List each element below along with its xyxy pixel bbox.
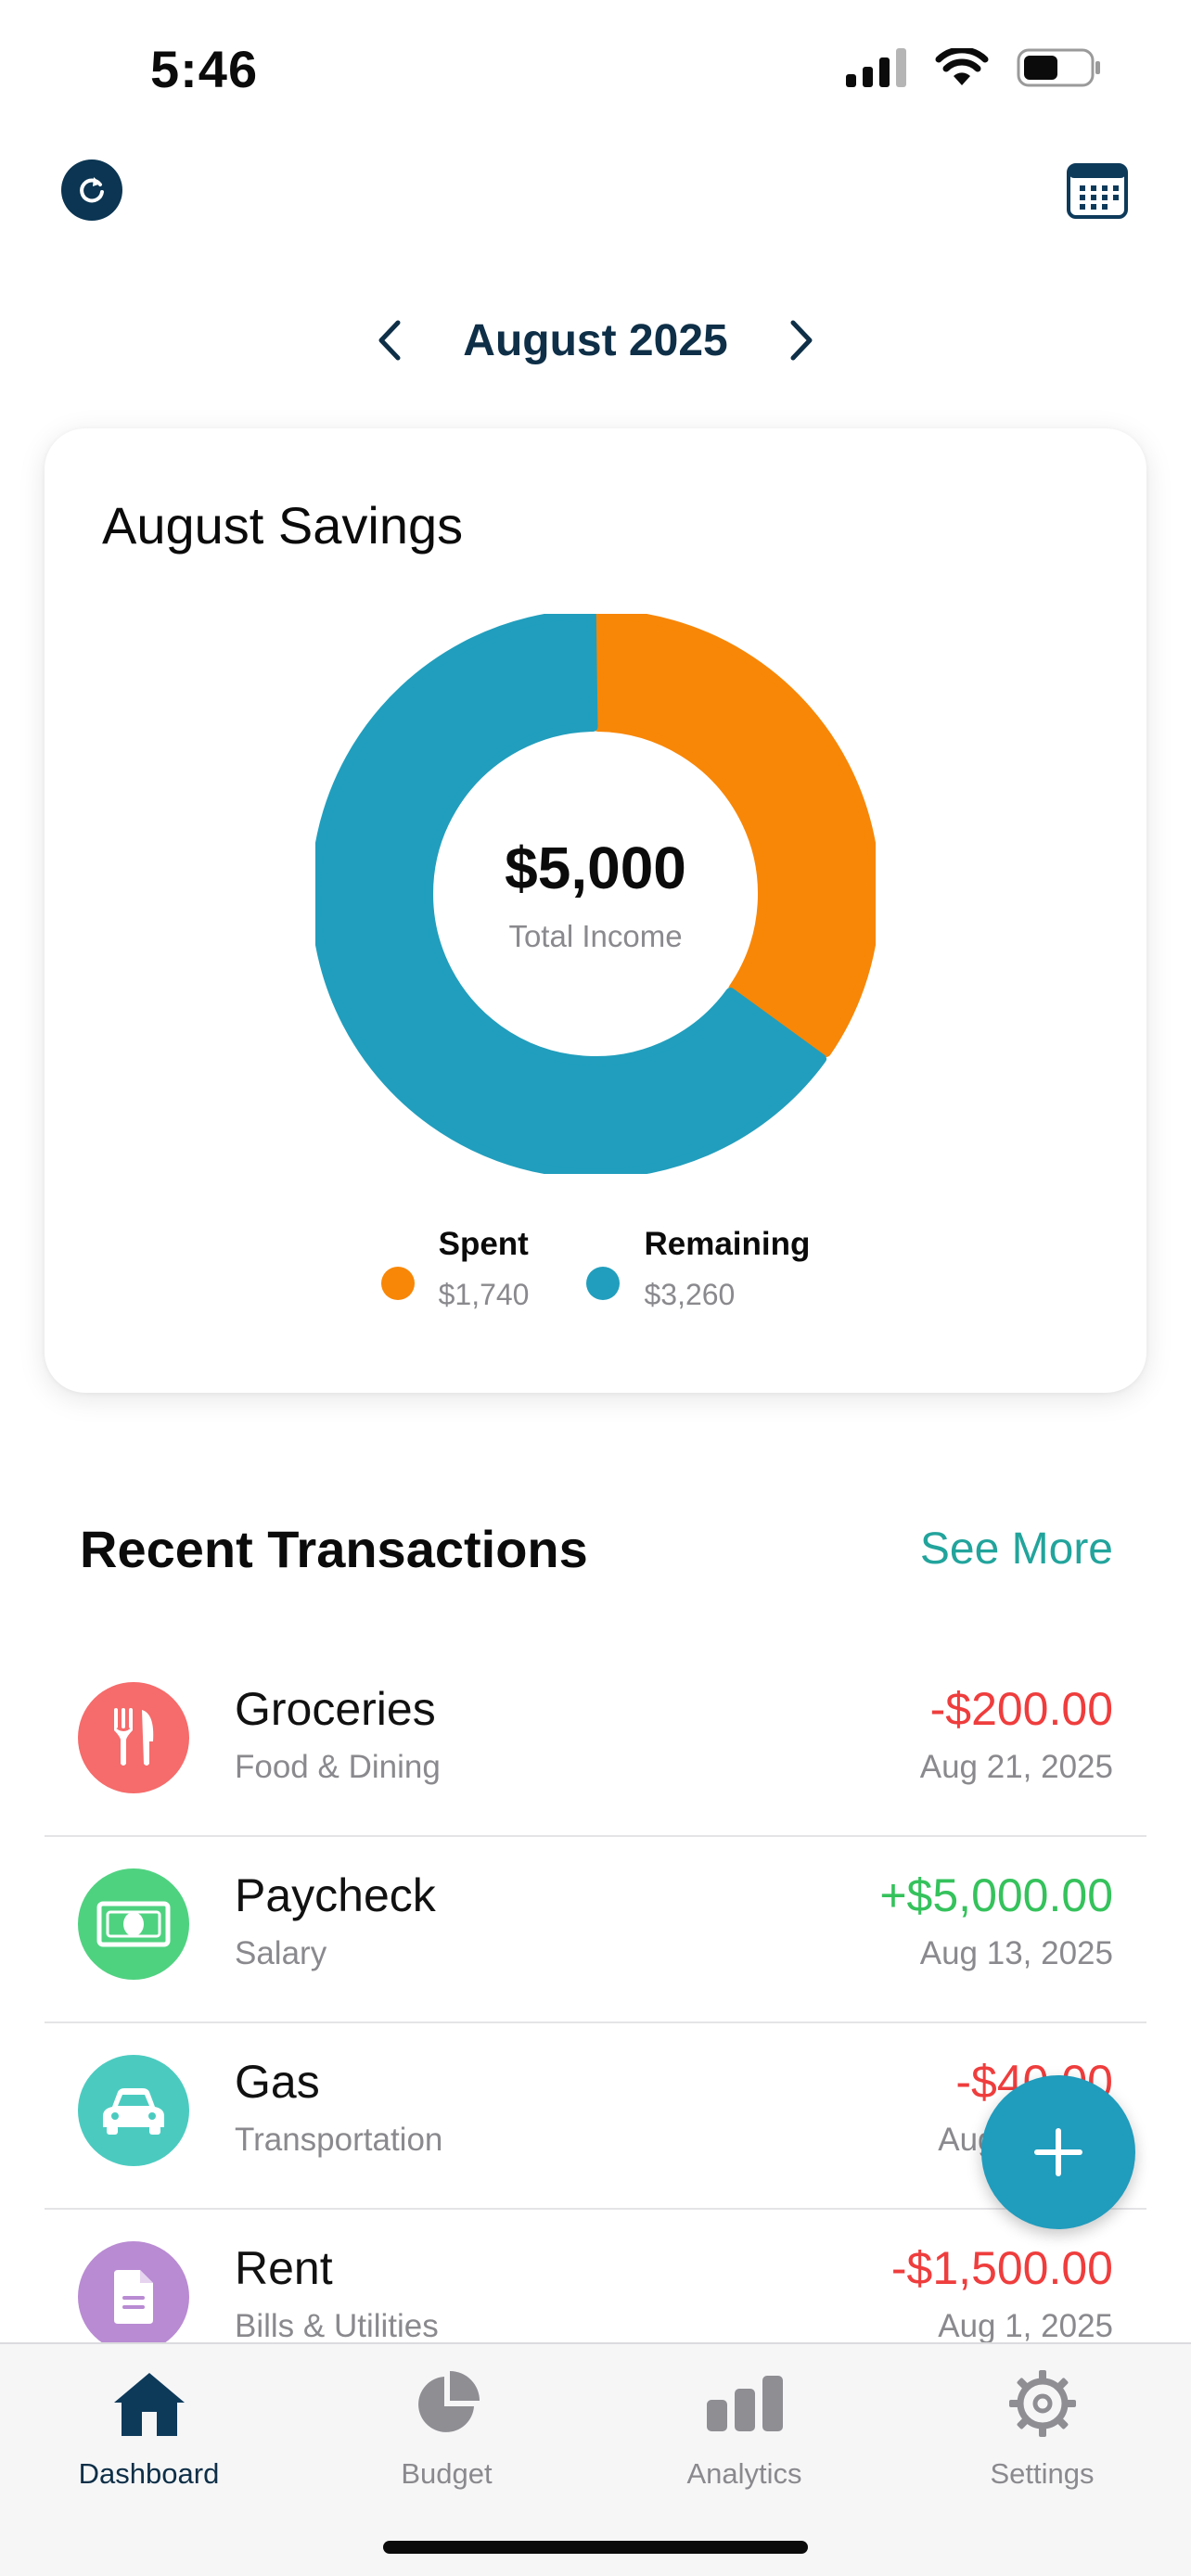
transaction-category: Salary: [235, 1935, 327, 1971]
transaction-name: Groceries: [235, 1683, 436, 1735]
transaction-amount: -$200.00: [929, 1683, 1113, 1735]
transaction-category: Transportation: [235, 2122, 443, 2158]
fork-knife-icon: [114, 1708, 154, 1766]
see-more-link[interactable]: See More: [920, 1524, 1113, 1575]
transaction-date: Aug 1, 2025: [938, 2308, 1113, 2344]
document-icon: [114, 2270, 153, 2324]
tab-icon-wrap: [108, 2366, 191, 2441]
chevron-left-icon: [378, 320, 401, 361]
calendar-icon: [1067, 163, 1128, 219]
plus-icon: [1034, 2128, 1082, 2176]
legend-item-spent: Spent $1,740: [380, 1226, 530, 1312]
donut-center: $5,000 Total Income: [315, 614, 876, 1174]
total-income-caption: Total Income: [508, 919, 683, 953]
next-month-button[interactable]: [784, 317, 821, 363]
battery-icon: [1017, 48, 1100, 87]
month-selector: August 2025: [0, 306, 1191, 375]
add-transaction-button[interactable]: [981, 2075, 1135, 2229]
status-icons: [846, 48, 1102, 87]
banknote-icon: [96, 1901, 171, 1947]
status-bar: 5:46: [0, 0, 1191, 139]
transaction-date: Aug 21, 2025: [919, 1749, 1113, 1785]
month-label: August 2025: [463, 315, 728, 365]
transaction-category: Food & Dining: [235, 1749, 441, 1785]
transaction-name: Gas: [235, 2056, 320, 2108]
legend-dot-spent: [380, 1267, 415, 1300]
legend-value: $1,740: [438, 1278, 530, 1311]
chevron-right-icon: [790, 320, 813, 361]
gear-icon: [1008, 2370, 1076, 2437]
transaction-row-gas[interactable]: Gas Transportation -$40.00 Aug 5, 2025: [45, 2023, 1146, 2210]
total-income-value: $5,000: [505, 835, 686, 901]
wifi-icon: [935, 48, 989, 85]
refresh-button[interactable]: [61, 159, 122, 221]
transaction-row-paycheck[interactable]: Paycheck Salary +$5,000.00 Aug 13, 2025: [45, 1837, 1146, 2023]
transaction-name: Paycheck: [235, 1869, 436, 1921]
calendar-button[interactable]: [1067, 161, 1128, 219]
donut-chart: $5,000 Total Income: [311, 609, 880, 1179]
transaction-date: Aug 13, 2025: [919, 1935, 1113, 1971]
tab-label: Analytics: [686, 2457, 802, 2490]
transaction-row-groceries[interactable]: Groceries Food & Dining -$200.00 Aug 21,…: [45, 1651, 1146, 1837]
home-icon: [113, 2373, 185, 2436]
transaction-category: Bills & Utilities: [235, 2308, 439, 2344]
refresh-icon: [80, 177, 104, 203]
transaction-list: Groceries Food & Dining -$200.00 Aug 21,…: [45, 1651, 1146, 2396]
legend-dot-remaining: [586, 1267, 621, 1300]
signal-icon: [846, 48, 906, 87]
transaction-name: Rent: [235, 2242, 333, 2294]
tab-label: Settings: [990, 2457, 1095, 2490]
home-indicator: [383, 2541, 808, 2554]
chart-legend: Spent $1,740 Remaining $3,260: [45, 1226, 1146, 1312]
pie-chart-icon: [417, 2371, 480, 2432]
transaction-icon-badge: [78, 1868, 189, 1980]
transaction-icon-badge: [78, 2241, 189, 2353]
tab-icon-wrap: [703, 2366, 787, 2441]
tab-icon-wrap: [1001, 2366, 1084, 2441]
transaction-icon-badge: [78, 2055, 189, 2166]
legend-value: $3,260: [644, 1278, 736, 1311]
tab-settings[interactable]: Settings: [893, 2344, 1191, 2576]
section-title: Recent Transactions: [80, 1520, 588, 1578]
transaction-amount: +$5,000.00: [879, 1869, 1113, 1921]
transaction-icon-badge: [78, 1682, 189, 1793]
recent-transactions-header: Recent Transactions See More: [80, 1519, 1113, 1579]
tab-label: Budget: [401, 2457, 493, 2490]
tab-icon-wrap: [405, 2366, 489, 2441]
savings-card: August Savings $5,000 Total Income Spent…: [45, 428, 1146, 1393]
tab-dashboard[interactable]: Dashboard: [0, 2344, 298, 2576]
car-icon: [103, 2088, 164, 2135]
previous-month-button[interactable]: [370, 317, 407, 363]
tab-label: Dashboard: [78, 2457, 220, 2490]
transaction-amount: -$1,500.00: [890, 2242, 1113, 2294]
legend-item-remaining: Remaining $3,260: [586, 1226, 810, 1312]
bar-chart-icon: [706, 2376, 783, 2431]
status-time: 5:46: [150, 40, 259, 98]
card-title: August Savings: [102, 496, 464, 555]
legend-label: Spent: [438, 1226, 529, 1262]
legend-label: Remaining: [644, 1226, 811, 1262]
